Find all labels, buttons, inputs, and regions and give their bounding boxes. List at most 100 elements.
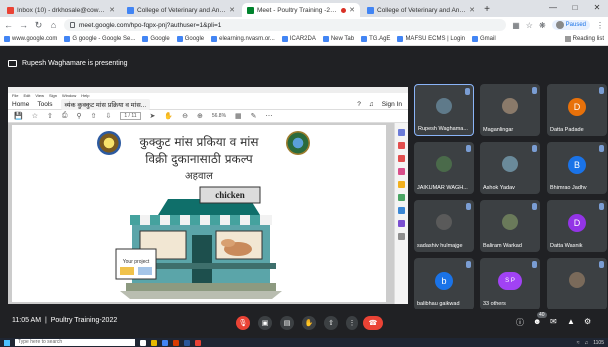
bookmark-favicon-icon xyxy=(361,36,368,42)
bookmark-item[interactable]: www.google.com xyxy=(4,36,57,42)
taskbar-search-input[interactable]: Type here to search xyxy=(15,339,135,346)
bookmark-item[interactable]: MAFSU ECMS | Login xyxy=(397,36,465,42)
captions-icon: ▤ xyxy=(283,320,291,327)
activities-button[interactable]: ▲ xyxy=(567,317,575,326)
maximize-button[interactable]: □ xyxy=(564,0,586,16)
close-tab-icon[interactable]: ✕ xyxy=(109,6,115,14)
participant-tile[interactable]: Ashok Yadav xyxy=(480,142,540,194)
bookmark-item[interactable]: G google - Google Se... xyxy=(64,36,135,42)
bookmark-item[interactable]: Gmail xyxy=(472,36,496,42)
menu-icon[interactable]: ⋮ xyxy=(596,21,604,30)
organize-pages-icon xyxy=(398,194,405,201)
url-input[interactable]: meet.google.com/hpo-fqpx-pnj?authuser=1&… xyxy=(64,19,507,31)
browser-tab[interactable]: College of Veterinary and Anima ✕ xyxy=(362,3,480,17)
bookmark-label: Gmail xyxy=(480,36,496,42)
participant-tile[interactable] xyxy=(547,258,607,310)
browser-tab[interactable]: College of Veterinary and Animal ✕ xyxy=(122,3,240,17)
leave-call-button[interactable]: ☎ xyxy=(363,316,383,330)
participant-tile[interactable]: D Datta Wasnik xyxy=(547,200,607,252)
wifi-icon[interactable]: ≈ xyxy=(577,340,580,346)
profile-button[interactable]: Paused xyxy=(551,20,590,30)
extension-icon[interactable]: ▦ xyxy=(512,21,520,30)
participant-tile[interactable]: b balibhau gaikwad xyxy=(414,258,474,310)
meeting-info-icon[interactable]: ⓘ xyxy=(516,317,524,328)
puzzle-icon[interactable]: ❋ xyxy=(539,21,546,30)
present-button[interactable]: ⇧ xyxy=(324,316,338,330)
participant-tile[interactable]: Rupesh Waghama... xyxy=(414,84,474,136)
captions-toggle[interactable]: ▤ xyxy=(280,316,294,330)
bookmark-item[interactable]: New Tab xyxy=(322,36,354,42)
file-explorer-icon[interactable] xyxy=(151,339,157,346)
participant-tile[interactable]: Baliram Warkad xyxy=(480,200,540,252)
acrobat-menu-item: View xyxy=(35,93,44,98)
close-tab-icon[interactable]: ✕ xyxy=(229,6,235,14)
participant-tile[interactable]: sadashiv hulmajge xyxy=(414,200,474,252)
search-icon: ⚲ xyxy=(76,113,82,120)
participant-tile[interactable]: S P 33 others xyxy=(480,258,540,310)
bookmark-label: ICAR2DA xyxy=(289,36,316,42)
bookmark-item[interactable]: Google xyxy=(176,36,204,42)
more-options-button[interactable]: ⋮ xyxy=(346,316,358,330)
participant-tile[interactable]: JAIKUMAR WAGH... xyxy=(414,142,474,194)
bookmark-favicon-icon xyxy=(211,36,218,42)
participant-tile[interactable]: D Datta Padade xyxy=(547,84,607,136)
participant-video-avatar xyxy=(502,214,518,230)
chat-button[interactable]: ✉ xyxy=(550,317,557,326)
participant-name: Bhimrao Jadhv xyxy=(550,185,587,191)
acrobat-side-tools xyxy=(394,123,408,304)
bookmark-favicon-icon xyxy=(281,36,288,42)
office-icon[interactable] xyxy=(173,339,179,346)
host-controls-button[interactable]: ⚙ xyxy=(584,317,591,326)
taskbar-clock[interactable]: 1105 xyxy=(593,340,604,346)
home-icon[interactable]: ⌂ xyxy=(49,20,58,30)
new-tab-button[interactable]: + xyxy=(480,3,494,17)
slide-title-line-2: विक्री दुकानासाठी प्रकल्प xyxy=(145,152,253,166)
camera-toggle[interactable]: ▣ xyxy=(258,316,272,330)
help-icon: ? xyxy=(357,100,361,108)
chrome-icon[interactable] xyxy=(162,339,168,346)
reload-icon[interactable]: ↻ xyxy=(34,20,43,31)
word-icon[interactable] xyxy=(184,339,190,346)
hand-icon: ✋ xyxy=(164,113,174,120)
print-icon: ⎙ xyxy=(61,112,68,119)
close-tab-icon[interactable]: ✕ xyxy=(469,6,475,14)
participant-tile[interactable]: Maganlingar xyxy=(480,84,540,136)
minimize-button[interactable]: — xyxy=(542,0,564,16)
address-bar: ← → ↻ ⌂ meet.google.com/hpo-fqpx-pnj?aut… xyxy=(0,17,608,33)
windows-start-icon[interactable] xyxy=(4,339,10,346)
hand-icon: ✋ xyxy=(304,320,314,327)
tab-title: Inbox (10) - drkhosale@cowayu xyxy=(17,6,107,14)
people-button[interactable]: ☻ xyxy=(533,317,541,326)
back-icon[interactable]: ← xyxy=(4,20,13,30)
star-icon[interactable]: ☆ xyxy=(526,21,533,30)
acrobat-taskbar-icon[interactable] xyxy=(195,339,201,346)
bookmark-item[interactable]: elearning.nvasm.or... xyxy=(211,36,275,42)
camera-icon: ▣ xyxy=(261,320,269,327)
volume-icon[interactable]: ♫ xyxy=(584,340,588,346)
reading-list-button[interactable]: Reading list xyxy=(564,36,604,42)
microphone-toggle[interactable]: 🎙 xyxy=(236,316,250,330)
more-tools-icon: ⋯ xyxy=(265,113,273,120)
close-window-button[interactable]: ✕ xyxy=(586,0,608,16)
bookmark-favicon-icon xyxy=(176,36,183,42)
participant-tile[interactable]: B Bhimrao Jadhv xyxy=(547,142,607,194)
slide-title-line-1: कुक्कुट मांस प्रकिया व मांस xyxy=(139,135,259,149)
forward-icon[interactable]: → xyxy=(19,20,28,30)
browser-tab[interactable]: Inbox (10) - drkhosale@cowayu ✕ xyxy=(2,3,120,17)
bookmark-item[interactable]: Google xyxy=(142,36,170,42)
tab-favicon-icon xyxy=(127,6,134,14)
browser-tab-strip: Inbox (10) - drkhosale@cowayu ✕ College of… xyxy=(0,0,608,17)
bookmark-item[interactable]: ICAR2DA xyxy=(281,36,316,42)
hand-raise-button[interactable]: ✋ xyxy=(302,316,316,330)
close-tab-icon[interactable]: ✕ xyxy=(349,6,355,14)
presenter-banner: Rupesh Waghamare is presenting xyxy=(8,56,128,70)
bookmark-item[interactable]: TG.AgE xyxy=(361,36,390,42)
page-indicator: 1 / 11 xyxy=(120,112,141,120)
mic-status-icon xyxy=(532,261,537,268)
cursor-icon: ➤ xyxy=(149,113,156,120)
zoom-in-icon: ⊕ xyxy=(196,113,203,120)
task-view-icon[interactable] xyxy=(140,339,146,346)
pdf-page: कुक्कुट मांस प्रकिया व मांस विक्री दुकान… xyxy=(12,125,386,302)
profile-status: Paused xyxy=(565,22,586,28)
browser-tab[interactable]: Meet - Poultry Training -2022 ✕ xyxy=(242,3,360,17)
